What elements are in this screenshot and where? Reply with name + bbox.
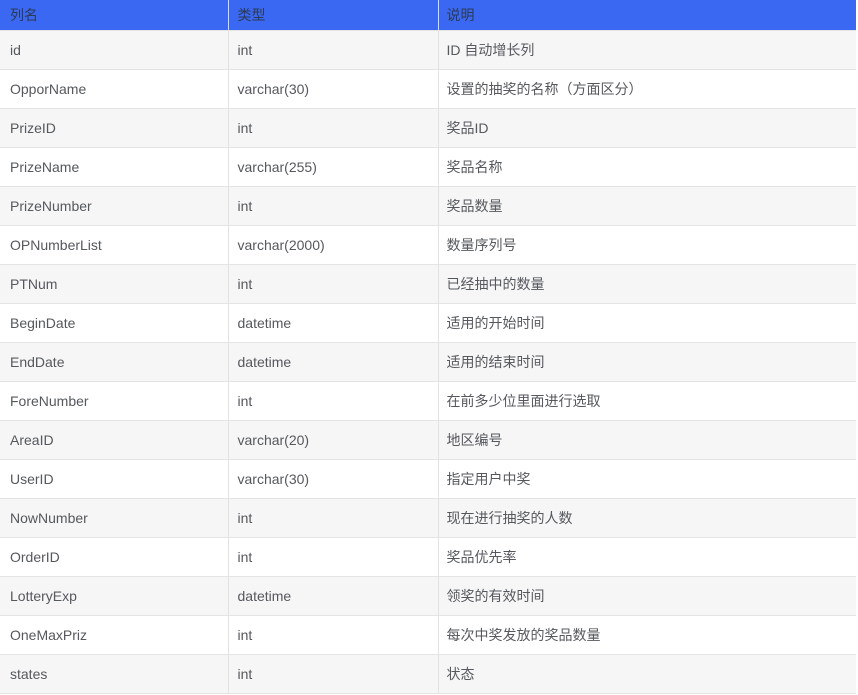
table-row: UserIDvarchar(30)指定用户中奖 (0, 459, 856, 498)
cell-description: ID 自动增长列 (438, 30, 856, 69)
cell-type: varchar(255) (228, 147, 438, 186)
table-row: OPNumberListvarchar(2000)数量序列号 (0, 225, 856, 264)
cell-description: 在前多少位里面进行选取 (438, 381, 856, 420)
cell-column-name: OpporName (0, 69, 228, 108)
table-row: OneMaxPrizint每次中奖发放的奖品数量 (0, 615, 856, 654)
table-row: LotteryExpdatetime领奖的有效时间 (0, 576, 856, 615)
table-row: PTNumint已经抽中的数量 (0, 264, 856, 303)
page: 列名 类型 说明 idintID 自动增长列OpporNamevarchar(3… (0, 0, 858, 695)
table-row: BeginDatedatetime适用的开始时间 (0, 303, 856, 342)
cell-column-name: LotteryExp (0, 576, 228, 615)
cell-type: varchar(2000) (228, 225, 438, 264)
table-row: idintID 自动增长列 (0, 30, 856, 69)
cell-column-name: ForeNumber (0, 381, 228, 420)
cell-type: int (228, 654, 438, 693)
cell-type: datetime (228, 342, 438, 381)
cell-description: 状态 (438, 654, 856, 693)
cell-type: datetime (228, 576, 438, 615)
cell-description: 适用的开始时间 (438, 303, 856, 342)
column-header-name: 列名 (0, 0, 228, 30)
cell-type: int (228, 30, 438, 69)
table-row: NowNumberint现在进行抽奖的人数 (0, 498, 856, 537)
cell-column-name: PrizeID (0, 108, 228, 147)
table-body: idintID 自动增长列OpporNamevarchar(30)设置的抽奖的名… (0, 30, 856, 693)
cell-column-name: EndDate (0, 342, 228, 381)
cell-description: 领奖的有效时间 (438, 576, 856, 615)
cell-column-name: OPNumberList (0, 225, 228, 264)
cell-column-name: PrizeNumber (0, 186, 228, 225)
cell-description: 现在进行抽奖的人数 (438, 498, 856, 537)
cell-type: int (228, 381, 438, 420)
table-row: OpporNamevarchar(30)设置的抽奖的名称（方面区分） (0, 69, 856, 108)
cell-type: datetime (228, 303, 438, 342)
cell-column-name: OneMaxPriz (0, 615, 228, 654)
cell-column-name: NowNumber (0, 498, 228, 537)
cell-column-name: id (0, 30, 228, 69)
cell-description: 数量序列号 (438, 225, 856, 264)
cell-description: 设置的抽奖的名称（方面区分） (438, 69, 856, 108)
cell-description: 奖品ID (438, 108, 856, 147)
table-row: EndDatedatetime适用的结束时间 (0, 342, 856, 381)
cell-type: int (228, 615, 438, 654)
cell-column-name: PTNum (0, 264, 228, 303)
cell-type: int (228, 186, 438, 225)
table-row: PrizeNumberint奖品数量 (0, 186, 856, 225)
cell-description: 指定用户中奖 (438, 459, 856, 498)
cell-description: 已经抽中的数量 (438, 264, 856, 303)
table-row: PrizeIDint奖品ID (0, 108, 856, 147)
database-schema-table: 列名 类型 说明 idintID 自动增长列OpporNamevarchar(3… (0, 0, 856, 694)
column-header-type: 类型 (228, 0, 438, 30)
table-row: AreaIDvarchar(20)地区编号 (0, 420, 856, 459)
cell-description: 每次中奖发放的奖品数量 (438, 615, 856, 654)
cell-type: varchar(30) (228, 69, 438, 108)
cell-column-name: PrizeName (0, 147, 228, 186)
cell-description: 地区编号 (438, 420, 856, 459)
cell-type: int (228, 498, 438, 537)
cell-type: int (228, 264, 438, 303)
cell-column-name: states (0, 654, 228, 693)
cell-type: int (228, 537, 438, 576)
header-row: 列名 类型 说明 (0, 0, 856, 30)
cell-type: varchar(20) (228, 420, 438, 459)
cell-type: int (228, 108, 438, 147)
cell-description: 奖品优先率 (438, 537, 856, 576)
table-row: ForeNumberint在前多少位里面进行选取 (0, 381, 856, 420)
cell-column-name: BeginDate (0, 303, 228, 342)
cell-type: varchar(30) (228, 459, 438, 498)
column-header-description: 说明 (438, 0, 856, 30)
table-row: PrizeNamevarchar(255)奖品名称 (0, 147, 856, 186)
cell-description: 奖品数量 (438, 186, 856, 225)
cell-description: 奖品名称 (438, 147, 856, 186)
cell-column-name: AreaID (0, 420, 228, 459)
table-header: 列名 类型 说明 (0, 0, 856, 30)
cell-column-name: UserID (0, 459, 228, 498)
cell-description: 适用的结束时间 (438, 342, 856, 381)
cell-column-name: OrderID (0, 537, 228, 576)
table-row: statesint状态 (0, 654, 856, 693)
table-row: OrderIDint奖品优先率 (0, 537, 856, 576)
